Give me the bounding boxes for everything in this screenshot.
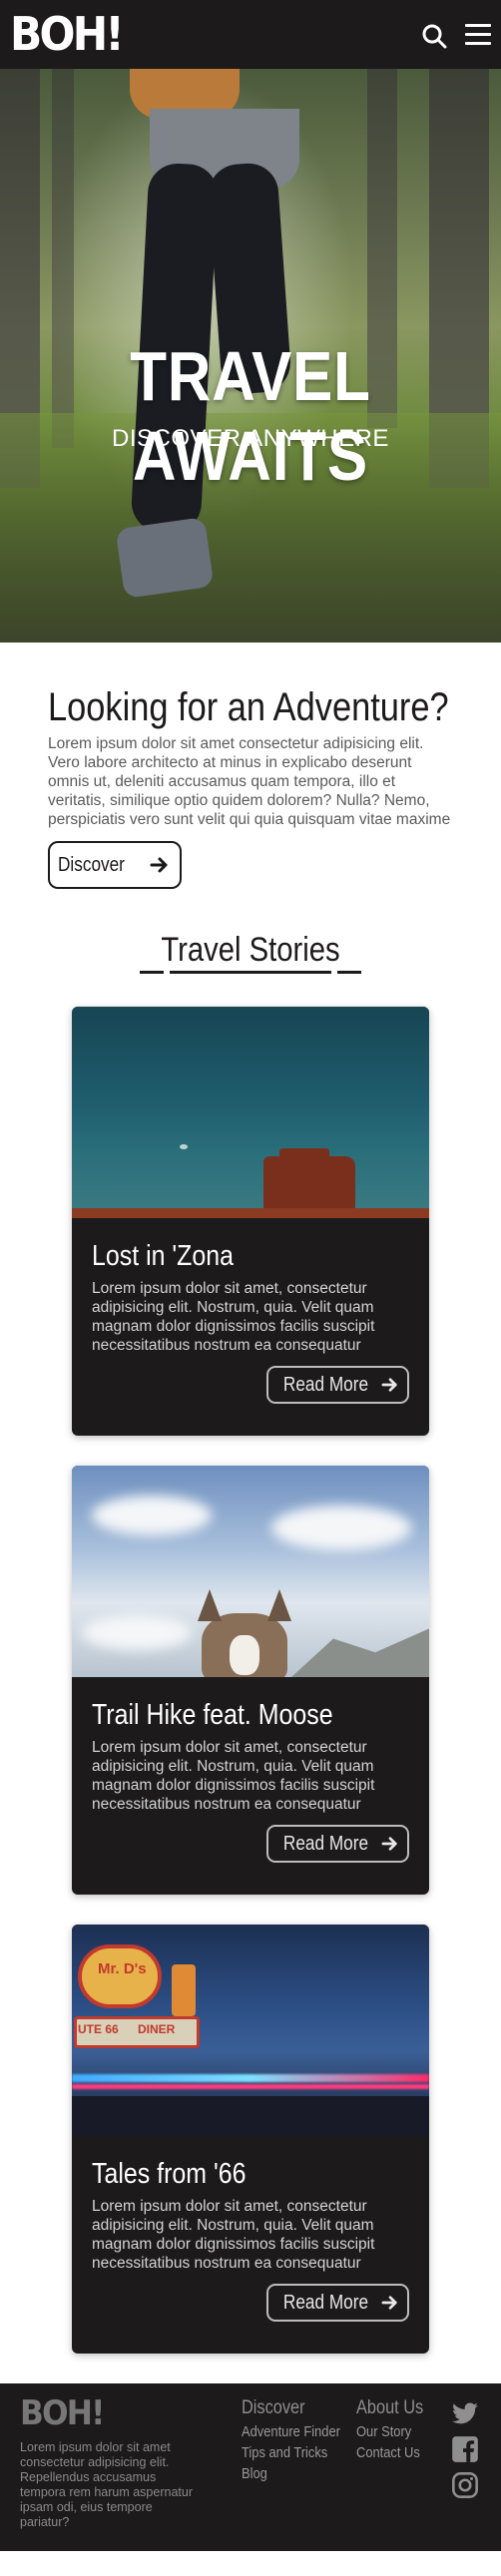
footer-link[interactable]: Contact Us	[356, 2444, 423, 2461]
cloud	[82, 1615, 192, 1650]
arrow-right-icon	[150, 857, 168, 873]
hero-title: TRAVEL AWAITS	[130, 337, 371, 495]
logo[interactable]: BOH!	[10, 6, 125, 62]
story-image-diner: Mr. D's UTE 66 DINER	[72, 1925, 429, 2136]
footer-heading: Discover	[242, 2397, 305, 2418]
read-more-button[interactable]: Read More	[266, 1825, 409, 1863]
read-more-button[interactable]: Read More	[266, 1366, 409, 1404]
story-text: Lorem ipsum dolor sit amet, consectetur …	[92, 1739, 375, 1813]
story-image-dog	[72, 1466, 429, 1677]
footer-link[interactable]: Our Story	[356, 2423, 423, 2440]
hero: TRAVEL AWAITS DISCOVER ANYWHERE	[0, 69, 501, 643]
story-card: Trail Hike feat. Moose Lorem ipsum dolor…	[72, 1466, 429, 1895]
stories-heading-block: Travel Stories	[0, 931, 501, 977]
story-image-desert	[72, 1007, 429, 1218]
divider	[337, 971, 361, 974]
hero-subtitle: DISCOVER ANYWHERE	[112, 425, 389, 452]
divider	[170, 971, 331, 974]
sign-text: UTE 66	[78, 2022, 119, 2036]
sign-text: Mr. D's	[98, 1960, 147, 1977]
light-trail	[72, 2084, 429, 2089]
facebook-icon[interactable]	[451, 2435, 479, 2463]
footer-about-column: About Us Our Story Contact Us	[356, 2397, 434, 2461]
cloud	[92, 1496, 212, 1535]
cloud	[271, 1505, 411, 1550]
story-text: Lorem ipsum dolor sit amet, consectetur …	[92, 2198, 375, 2272]
discover-button-label: Discover	[58, 853, 125, 876]
mountain	[291, 1627, 429, 1677]
story-card: Lost in 'Zona Lorem ipsum dolor sit amet…	[72, 1007, 429, 1436]
read-more-label: Read More	[282, 1832, 369, 1855]
dog-muzzle	[230, 1635, 259, 1675]
butte	[279, 1148, 329, 1168]
footer-link[interactable]: Adventure Finder	[242, 2423, 340, 2440]
hero-shoe	[115, 517, 215, 599]
intro-heading: Looking for an Adventure?	[48, 685, 449, 729]
footer-heading: About Us	[356, 2397, 424, 2418]
twitter-icon[interactable]	[451, 2399, 479, 2427]
intro-section: Looking for an Adventure? Lorem ipsum do…	[0, 643, 501, 889]
instagram-icon[interactable]	[451, 2471, 479, 2499]
read-more-label: Read More	[282, 2291, 369, 2314]
footer-logo[interactable]: BOH!	[20, 2393, 105, 2433]
read-more-label: Read More	[282, 1373, 369, 1396]
footer-link[interactable]: Blog	[242, 2465, 340, 2482]
story-cards: Lost in 'Zona Lorem ipsum dolor sit amet…	[0, 977, 501, 2354]
ground	[72, 2096, 429, 2136]
top-nav: BOH!	[0, 0, 501, 69]
arrow-right-icon	[381, 1378, 397, 1392]
divider	[140, 971, 164, 974]
footer-link[interactable]: Tips and Tricks	[242, 2444, 340, 2461]
arrow-right-icon	[381, 1837, 397, 1851]
fries-sign	[172, 1964, 196, 2016]
story-title: Tales from '66	[92, 2158, 247, 2190]
story-text: Lorem ipsum dolor sit amet, consectetur …	[92, 1280, 375, 1354]
story-title: Lost in 'Zona	[92, 1240, 235, 1272]
footer-discover-column: Discover Adventure Finder Tips and Trick…	[242, 2397, 356, 2482]
story-card: Mr. D's UTE 66 DINER Tales from '66 Lore…	[72, 1925, 429, 2354]
dog-ear	[198, 1589, 222, 1621]
arrow-right-icon	[381, 2296, 397, 2310]
hamburger-menu-icon[interactable]	[465, 24, 491, 46]
light-trail	[72, 2074, 429, 2082]
search-icon[interactable]	[421, 23, 447, 49]
dog-ear	[267, 1589, 291, 1621]
moon	[180, 1144, 188, 1149]
discover-button[interactable]: Discover	[48, 841, 182, 889]
intro-body: Lorem ipsum dolor sit amet consectetur a…	[48, 735, 451, 828]
footer-text: Lorem ipsum dolor sit amet consectetur a…	[20, 2440, 193, 2529]
ground	[72, 1208, 429, 1218]
stories-heading: Travel Stories	[161, 931, 340, 969]
sign-text: DINER	[138, 2022, 176, 2036]
story-title: Trail Hike feat. Moose	[92, 1699, 333, 1731]
read-more-button[interactable]: Read More	[266, 2284, 409, 2322]
footer: BOH! Lorem ipsum dolor sit amet consecte…	[0, 2383, 501, 2551]
